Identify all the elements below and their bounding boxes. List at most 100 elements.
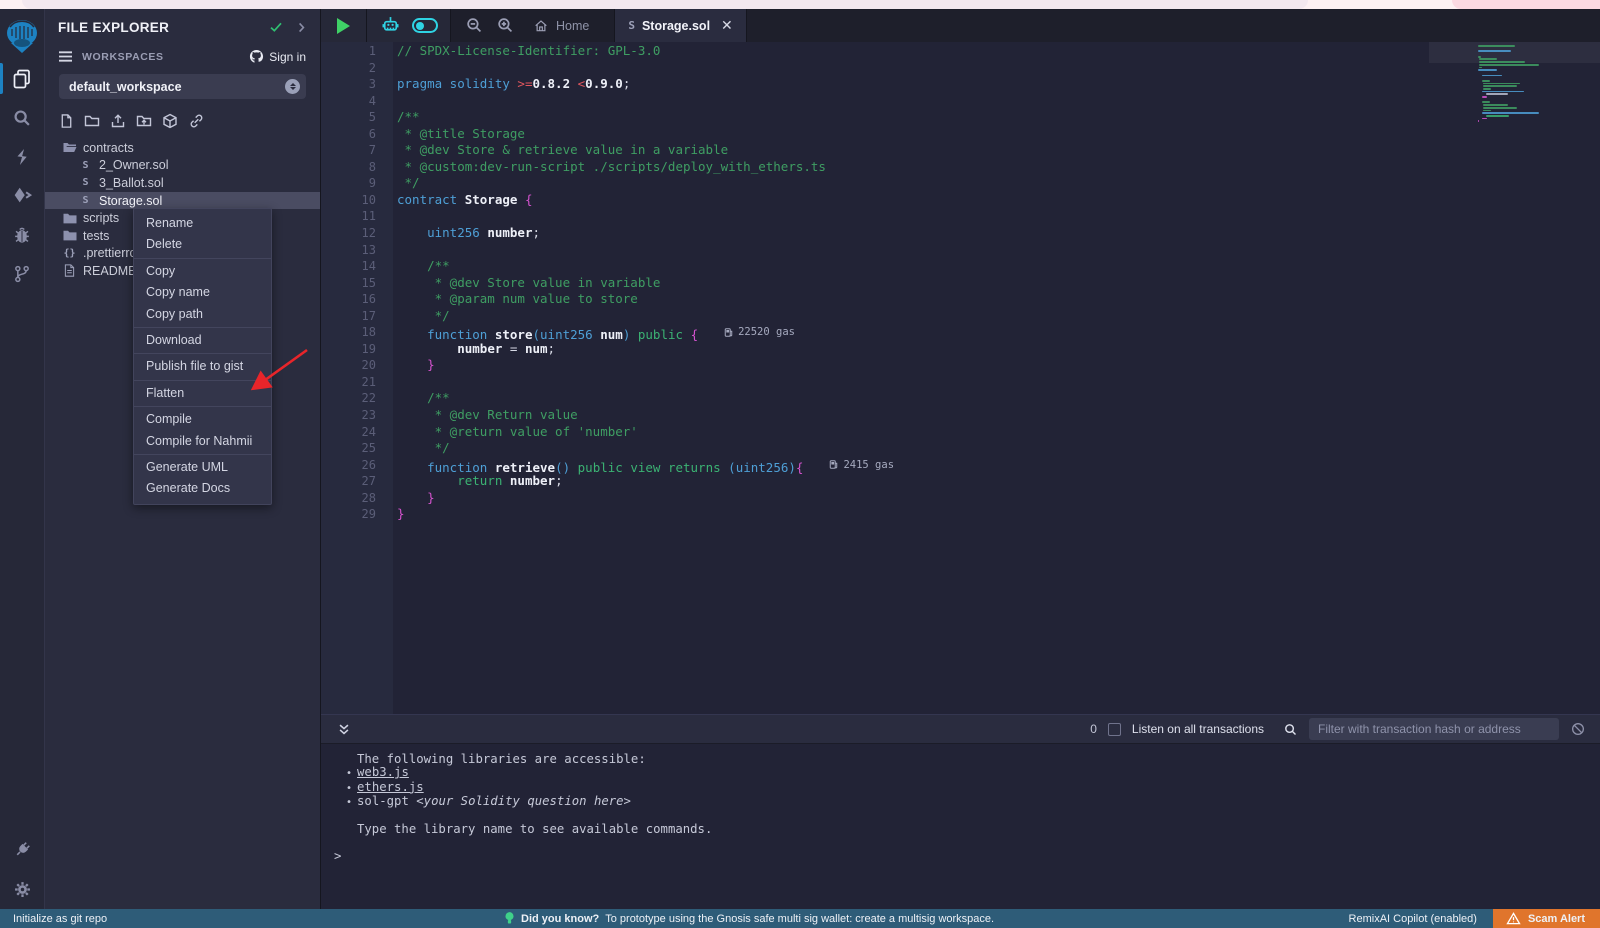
sidebar-item-deploy-and-run[interactable] xyxy=(0,176,45,215)
code-line-25[interactable]: 25 */ xyxy=(321,440,1600,457)
bullet-icon: • xyxy=(346,768,352,779)
code-line-26[interactable]: 26 function retrieve() public view retur… xyxy=(321,457,1600,474)
sidebar-item-plugin-manager[interactable] xyxy=(0,829,45,869)
code-line-8[interactable]: 8 * @custom:dev-run-script ./scripts/dep… xyxy=(321,159,1600,176)
code-line-5[interactable]: 5/** xyxy=(321,109,1600,126)
code-line-9[interactable]: 9 */ xyxy=(321,175,1600,192)
code-line-7[interactable]: 7 * @dev Store & retrieve value in a var… xyxy=(321,142,1600,159)
code-line-17[interactable]: 17 */ xyxy=(321,308,1600,325)
workspace-stepper-icon[interactable] xyxy=(285,79,300,94)
sidebar-item-solidity-compiler[interactable] xyxy=(0,137,45,176)
code-line-29[interactable]: 29} xyxy=(321,506,1600,523)
code-line-3[interactable]: 3pragma solidity >=0.8.2 <0.9.0; xyxy=(321,76,1600,93)
tab-storage-sol[interactable]: S Storage.sol ✕ xyxy=(614,9,746,42)
new-file-button[interactable] xyxy=(59,113,74,129)
code-line-13[interactable]: 13 xyxy=(321,242,1600,259)
sign-in-button[interactable]: Sign in xyxy=(249,49,306,64)
git-init-button[interactable]: Initialize as git repo xyxy=(13,913,107,925)
code-line-14[interactable]: 14 /** xyxy=(321,258,1600,275)
context-menu-item-generate-uml[interactable]: Generate UML xyxy=(134,457,271,478)
tab-home[interactable]: Home xyxy=(527,18,602,34)
upload-folder-button[interactable] xyxy=(136,113,152,129)
code-line-19[interactable]: 19 number = num; xyxy=(321,341,1600,358)
upload-file-button[interactable] xyxy=(110,113,126,129)
context-menu-item-rename[interactable]: Rename xyxy=(134,213,271,234)
folder-open-icon xyxy=(62,142,77,153)
context-menu-item-copy[interactable]: Copy xyxy=(134,261,271,282)
sidebar-item-debugger[interactable] xyxy=(0,215,45,254)
code-line-15[interactable]: 15 * @dev Store value in variable xyxy=(321,275,1600,292)
expand-terminal-icon[interactable] xyxy=(337,722,351,737)
code-line-27[interactable]: 27 return number; xyxy=(321,473,1600,490)
context-menu-item-download[interactable]: Download xyxy=(134,330,271,351)
context-menu-item-delete[interactable]: Delete xyxy=(134,234,271,255)
line-number: 2 xyxy=(321,60,393,77)
code-line-24[interactable]: 24 * @return value of 'number' xyxy=(321,424,1600,441)
file-label: Storage.sol xyxy=(99,194,162,208)
sidebar-item-git[interactable] xyxy=(0,254,45,293)
terminal-search-icon[interactable] xyxy=(1283,722,1298,737)
minimap-line xyxy=(1482,101,1489,103)
context-menu-item-compile[interactable]: Compile xyxy=(134,409,271,430)
copilot-status[interactable]: RemixAI Copilot (enabled) xyxy=(1349,913,1477,925)
zoom-in-icon[interactable] xyxy=(496,16,515,35)
lightbulb-icon xyxy=(504,911,515,926)
code-text: return number; xyxy=(393,473,563,490)
listen-transactions-checkbox[interactable] xyxy=(1108,723,1121,736)
code-line-22[interactable]: 22 /** xyxy=(321,390,1600,407)
sidebar-item-file-explorer[interactable] xyxy=(0,59,45,98)
zoom-out-icon[interactable] xyxy=(465,16,484,35)
library-link[interactable]: web3.js xyxy=(357,765,409,779)
chevron-right-icon[interactable] xyxy=(295,21,308,34)
code-line-10[interactable]: 10contract Storage { xyxy=(321,192,1600,209)
file-tree-item-2-owner-sol[interactable]: S2_Owner.sol xyxy=(45,157,320,175)
context-menu-item-copy-name[interactable]: Copy name xyxy=(134,282,271,303)
library-link[interactable]: ethers.js xyxy=(357,780,424,794)
code-line-4[interactable]: 4 xyxy=(321,93,1600,110)
scam-alert-button[interactable]: Scam Alert xyxy=(1493,909,1600,928)
check-icon xyxy=(268,19,284,35)
terminal-prompt[interactable]: > xyxy=(333,850,1600,863)
transaction-filter-input[interactable] xyxy=(1309,718,1559,740)
hamburger-menu-icon[interactable] xyxy=(58,50,73,63)
code-line-20[interactable]: 20 } xyxy=(321,357,1600,374)
file-tree-item-storage-sol[interactable]: SStorage.sol xyxy=(45,192,320,210)
code-line-21[interactable]: 21 xyxy=(321,374,1600,391)
terminal-output[interactable]: The following libraries are accessible:•… xyxy=(321,744,1600,863)
code-line-11[interactable]: 11 xyxy=(321,208,1600,225)
load-from-ipfs-button[interactable] xyxy=(162,113,178,129)
close-tab-icon[interactable]: ✕ xyxy=(721,17,733,34)
ai-robot-icon[interactable] xyxy=(379,14,402,37)
code-text: } xyxy=(393,357,435,374)
context-menu-item-flatten[interactable]: Flatten xyxy=(134,383,271,404)
clear-console-icon[interactable] xyxy=(1570,721,1586,737)
code-line-12[interactable]: 12 uint256 number; xyxy=(321,225,1600,242)
context-menu-item-copy-path[interactable]: Copy path xyxy=(134,304,271,325)
file-tree-item-3-ballot-sol[interactable]: S3_Ballot.sol xyxy=(45,174,320,192)
new-folder-button[interactable] xyxy=(84,113,100,129)
code-line-16[interactable]: 16 * @param num value to store xyxy=(321,291,1600,308)
copilot-toggle[interactable] xyxy=(412,18,438,33)
code-editor[interactable]: 1// SPDX-License-Identifier: GPL-3.023pr… xyxy=(321,42,1600,714)
run-script-button[interactable] xyxy=(337,18,350,34)
file-tree-item-contracts[interactable]: contracts xyxy=(45,139,320,157)
code-line-18[interactable]: 18 function store(uint256 num) public {2… xyxy=(321,324,1600,341)
bullet-icon: • xyxy=(346,797,352,808)
solidity-icon: S xyxy=(78,177,93,188)
code-line-6[interactable]: 6 * @title Storage xyxy=(321,126,1600,143)
minimap[interactable] xyxy=(1478,45,1570,123)
minimap-line xyxy=(1482,75,1502,77)
code-text: */ xyxy=(393,175,420,192)
code-line-1[interactable]: 1// SPDX-License-Identifier: GPL-3.0 xyxy=(321,43,1600,60)
code-line-2[interactable]: 2 xyxy=(321,60,1600,77)
import-from-url-button[interactable] xyxy=(188,113,205,129)
remix-logo-icon[interactable] xyxy=(2,15,42,59)
context-menu-item-publish-file-to-gist[interactable]: Publish file to gist xyxy=(134,356,271,377)
sidebar-item-search[interactable] xyxy=(0,98,45,137)
context-menu-item-compile-for-nahmii[interactable]: Compile for Nahmii xyxy=(134,431,271,452)
sidebar-item-settings[interactable] xyxy=(0,869,45,909)
workspace-select[interactable]: default_workspace xyxy=(59,74,306,99)
code-line-23[interactable]: 23 * @dev Return value xyxy=(321,407,1600,424)
code-line-28[interactable]: 28 } xyxy=(321,490,1600,507)
context-menu-item-generate-docs[interactable]: Generate Docs xyxy=(134,478,271,499)
